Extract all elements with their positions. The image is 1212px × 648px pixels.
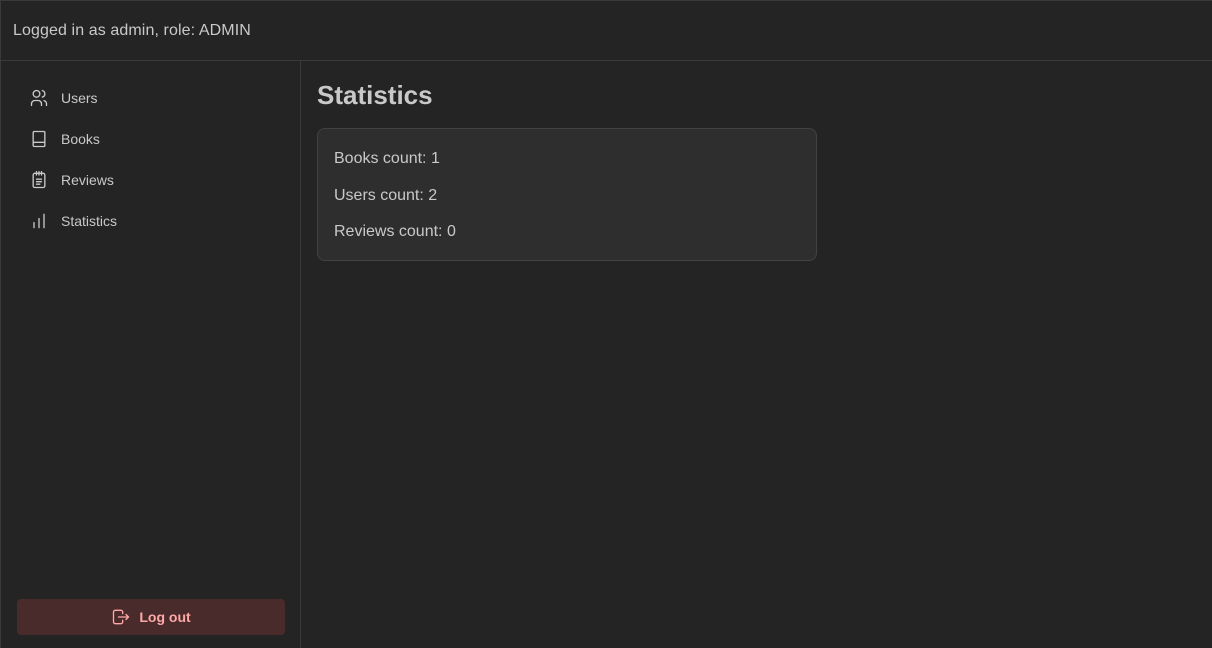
notes-icon xyxy=(29,170,49,190)
sidebar-item-reviews[interactable]: Reviews xyxy=(17,159,284,200)
app-shell: Logged in as admin, role: ADMIN Users Bo… xyxy=(0,0,1212,648)
sidebar-item-label: Reviews xyxy=(61,171,114,188)
logout-label: Log out xyxy=(139,609,191,625)
logout-button[interactable]: Log out xyxy=(17,599,285,635)
users-count: Users count: 2 xyxy=(334,186,438,204)
sidebar-item-label: Books xyxy=(61,130,100,147)
statistics-card: Books count: 1 Users count: 2 Reviews co… xyxy=(317,128,817,261)
logout-icon xyxy=(111,607,131,627)
sidebar-item-label: Statistics xyxy=(61,212,118,229)
sidebar-item-statistics[interactable]: Statistics xyxy=(17,200,284,241)
logout-container: Log out xyxy=(17,599,285,635)
bar-chart-icon xyxy=(29,211,49,231)
app-header: Logged in as admin, role: ADMIN xyxy=(1,1,1212,61)
sidebar-item-books[interactable]: Books xyxy=(17,118,284,159)
sidebar-item-users[interactable]: Users xyxy=(17,77,284,118)
sidebar: Users Books Reviews Statistics Log out xyxy=(1,61,301,648)
books-count: Books count: 1 xyxy=(334,150,440,167)
reviews-count: Reviews count: 0 xyxy=(334,223,456,240)
session-info: Logged in as admin, role: ADMIN xyxy=(13,21,251,39)
page-title: Statistics xyxy=(317,80,433,110)
sidebar-nav: Users Books Reviews Statistics xyxy=(1,61,300,241)
users-icon xyxy=(29,88,49,108)
main-content: Statistics Books count: 1 Users count: 2… xyxy=(301,61,1212,648)
sidebar-item-label: Users xyxy=(61,89,98,106)
book-icon xyxy=(29,129,49,149)
